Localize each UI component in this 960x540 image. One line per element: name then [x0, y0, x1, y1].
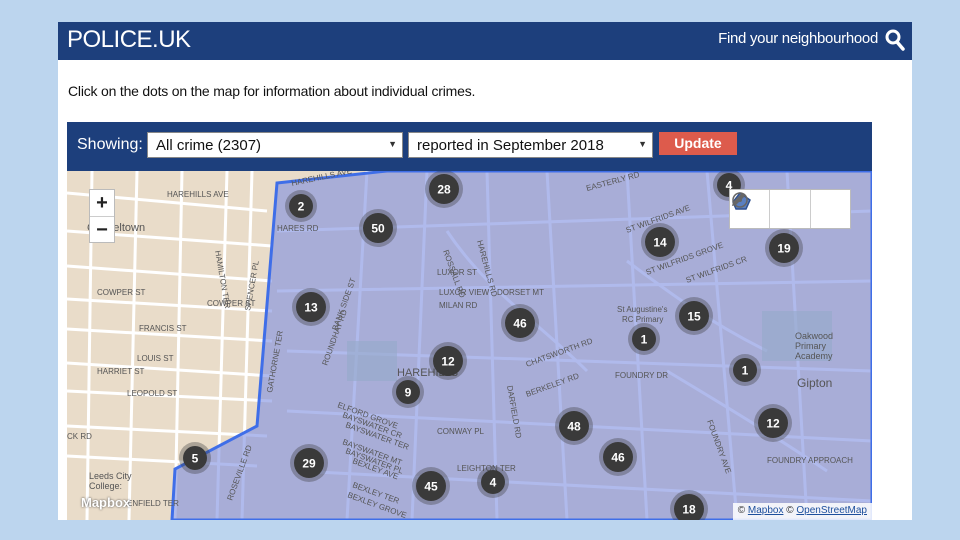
crime-map[interactable]: Chapeltown Gipton Oakwood Primary Academy St …: [67, 171, 872, 520]
cluster-count: 28: [437, 183, 451, 197]
map-place-label: Academy: [795, 351, 833, 361]
crime-cluster-marker[interactable]: 12: [754, 404, 792, 442]
crime-type-value: All crime (2307): [156, 137, 262, 154]
period-select[interactable]: reported in September 2018 ▼: [408, 132, 653, 158]
crime-cluster-marker[interactable]: 13: [292, 288, 330, 326]
site-logo[interactable]: POLICE.UK: [67, 26, 191, 54]
map-place-label: FOUNDRY DR: [615, 371, 668, 380]
map-attribution: © Mapbox © OpenStreetMap: [732, 503, 872, 520]
crime-cluster-marker[interactable]: 4: [477, 466, 509, 498]
map-place-label: HAREHILLS AVE: [167, 190, 229, 199]
site-header: POLICE.UK Find your neighbourhood: [58, 22, 912, 60]
map-place-label: DORSET MT: [497, 288, 544, 297]
map-place-label: Gipton: [797, 376, 832, 390]
map-place-label: Leeds City: [89, 471, 132, 481]
crime-cluster-marker[interactable]: 2: [285, 190, 317, 222]
crime-cluster-marker[interactable]: 46: [501, 304, 539, 342]
map-place-label: St Augustine's: [617, 305, 667, 314]
crime-cluster-marker[interactable]: 9: [392, 376, 424, 408]
crime-type-select[interactable]: All crime (2307) ▼: [147, 132, 403, 158]
draw-button[interactable]: [732, 190, 850, 228]
cluster-count: 18: [682, 503, 696, 517]
crime-cluster-marker[interactable]: 1: [729, 354, 761, 386]
cluster-count: 5: [192, 452, 199, 466]
crime-cluster-marker[interactable]: 1: [628, 323, 660, 355]
cluster-count: 29: [302, 457, 316, 471]
cluster-count: 19: [777, 242, 791, 256]
map-place-label: CK RD: [67, 432, 92, 441]
cluster-count: 14: [653, 236, 667, 250]
zoom-in-button[interactable]: +: [90, 190, 114, 217]
page-frame: POLICE.UK Find your neighbourhood Click …: [58, 22, 912, 520]
crime-cluster-marker[interactable]: 45: [412, 467, 450, 505]
mapbox-logo: Mapbox: [81, 495, 131, 510]
map-place-label: Primary: [795, 341, 826, 351]
cluster-count: 12: [441, 355, 455, 369]
cluster-count: 50: [371, 222, 385, 236]
crime-cluster-marker[interactable]: 50: [359, 209, 397, 247]
dropdown-arrow-icon: ▼: [388, 139, 397, 149]
map-place-label: College:: [89, 481, 122, 491]
intro-text: Click on the dots on the map for informa…: [68, 83, 476, 99]
map-place-label: FRANCIS ST: [139, 324, 187, 333]
cluster-count: 4: [490, 476, 497, 490]
crime-cluster-marker[interactable]: 5: [179, 442, 211, 474]
cluster-count: 45: [424, 480, 438, 494]
crime-cluster-marker[interactable]: 29: [290, 444, 328, 482]
find-neighbourhood-link[interactable]: Find your neighbourhood: [718, 30, 878, 47]
osm-link[interactable]: OpenStreetMap: [796, 505, 867, 516]
map-place-label: HARES RD: [277, 224, 319, 233]
map-place-label: HARRIET ST: [97, 367, 145, 376]
cluster-count: 13: [304, 301, 318, 315]
crime-map-panel: Showing: All crime (2307) ▼ reported in …: [67, 122, 872, 520]
cluster-count: 1: [742, 364, 749, 378]
mapbox-link[interactable]: Mapbox: [748, 505, 784, 516]
map-place-label: RC Primary: [622, 315, 663, 324]
crime-cluster-marker[interactable]: 28: [425, 171, 463, 208]
map-place-label: Oakwood: [795, 331, 833, 341]
cluster-count: 46: [513, 317, 527, 331]
search-icon[interactable]: [884, 28, 906, 52]
cluster-count: 15: [687, 310, 701, 324]
map-place-label: MILAN RD: [439, 301, 477, 310]
map-place-label: COWPER ST: [97, 288, 146, 297]
cluster-count: 2: [298, 200, 305, 214]
map-place-label: LEOPOLD ST: [127, 389, 177, 398]
map-tools: [729, 189, 851, 229]
map-place-label: FOUNDRY APPROACH: [767, 456, 853, 465]
crime-cluster-marker[interactable]: 14: [641, 223, 679, 261]
period-value: reported in September 2018: [417, 137, 604, 154]
crime-cluster-marker[interactable]: 48: [555, 407, 593, 445]
crime-cluster-marker[interactable]: 46: [599, 438, 637, 476]
dropdown-arrow-icon: ▼: [638, 139, 647, 149]
zoom-out-button[interactable]: −: [90, 217, 114, 243]
locate-button[interactable]: [732, 190, 811, 228]
map-place-label: CONWAY PL: [437, 427, 485, 436]
map-place-label: LOUIS ST: [137, 354, 174, 363]
cluster-count: 46: [611, 451, 625, 465]
zoom-control: + −: [89, 189, 115, 243]
crime-cluster-marker[interactable]: 12: [429, 342, 467, 380]
crime-cluster-marker[interactable]: 15: [675, 297, 713, 335]
update-button[interactable]: Update: [659, 132, 737, 155]
pencil-icon: [732, 193, 745, 206]
showing-label: Showing:: [77, 136, 143, 153]
cluster-count: 9: [405, 386, 412, 400]
cluster-count: 1: [641, 333, 648, 347]
crime-cluster-marker[interactable]: 19: [765, 229, 803, 267]
cluster-count: 12: [766, 417, 780, 431]
map-place-label: ENFIELD TER: [127, 499, 179, 508]
cluster-count: 48: [567, 420, 581, 434]
